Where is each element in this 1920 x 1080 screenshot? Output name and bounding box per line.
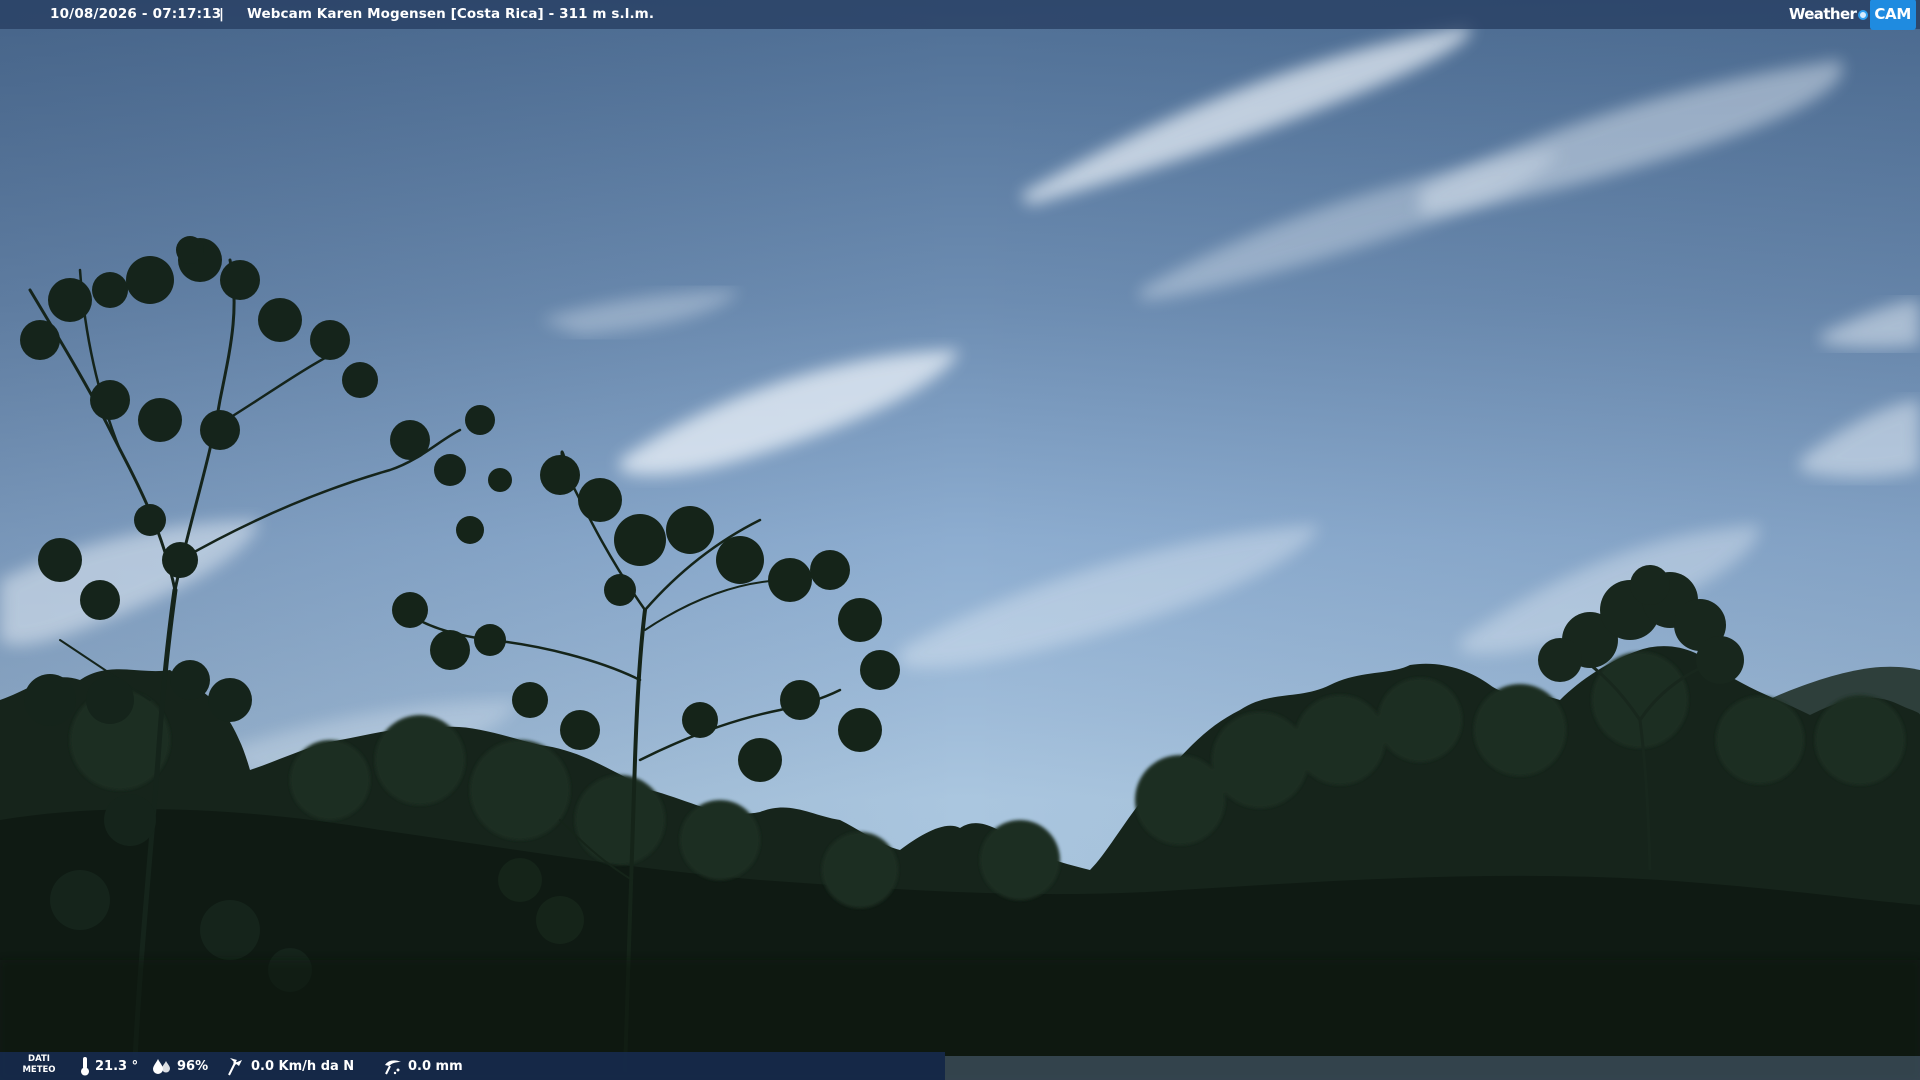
logo-dot-icon [1858, 9, 1869, 20]
humidity-reading: 96% [152, 1052, 208, 1080]
weather-data-label: DATI METEO [22, 1054, 56, 1076]
logo-weather-text: Weather [1788, 5, 1857, 23]
rain-gauge-icon [385, 1060, 401, 1075]
wind-icon [228, 1058, 242, 1076]
weather-data-bar: DATI METEO 21.3 ° 96% 0.0 Km/h da N 0.0 … [0, 1052, 945, 1080]
webcam-title: Webcam Karen Mogensen [Costa Rica] - 311… [247, 6, 655, 22]
weathercam-logo[interactable]: Weather CAM [1788, 0, 1920, 30]
wind-value: 0.0 Km/h da N [251, 1058, 355, 1074]
logo-cam-text: CAM [1870, 0, 1916, 30]
rain-reading: 0.0 mm [383, 1052, 463, 1080]
temperature-reading: 21.3 ° [80, 1052, 138, 1080]
humidity-value: 96% [177, 1058, 209, 1074]
header-bar: 10/08/2026 - 07:17:13 | Webcam Karen Mog… [0, 0, 1920, 30]
temperature-value: 21.3 ° [95, 1058, 139, 1074]
weather-data-label-line1: DATI [28, 1054, 50, 1064]
header-separator: | [219, 6, 224, 22]
wind-reading: 0.0 Km/h da N [226, 1052, 354, 1080]
webcam-image [0, 0, 1920, 1080]
weather-data-label-line2: METEO [22, 1065, 56, 1075]
rain-value: 0.0 mm [408, 1058, 463, 1074]
thermometer-icon [81, 1057, 89, 1076]
timestamp: 10/08/2026 - 07:17:13 [50, 6, 222, 22]
footer-bar-extension [945, 1056, 1920, 1080]
webcam-frame: 10/08/2026 - 07:17:13 | Webcam Karen Mog… [0, 0, 1920, 1080]
humidity-icon [153, 1059, 170, 1074]
